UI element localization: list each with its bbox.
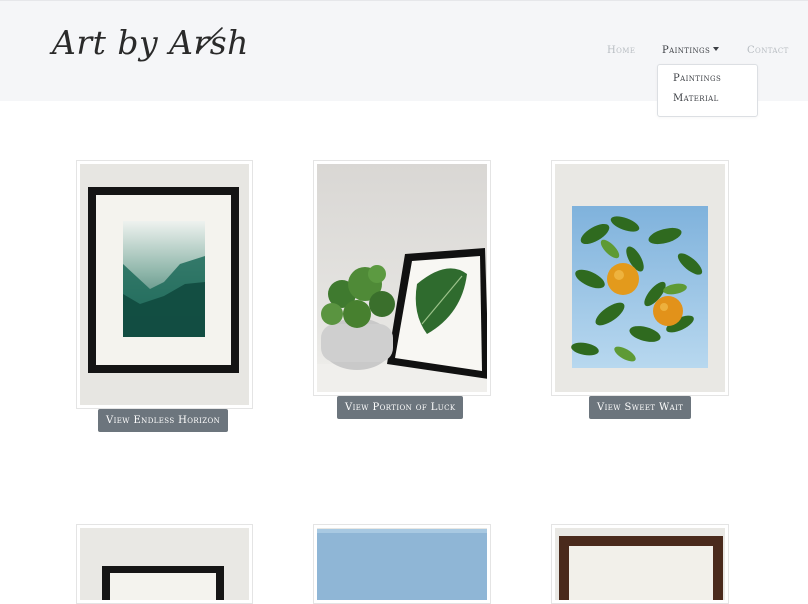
wood-frame-image bbox=[555, 528, 725, 600]
nav-contact-link[interactable]: Contact bbox=[747, 45, 789, 56]
painting-photo bbox=[555, 528, 725, 600]
painting-photo bbox=[80, 528, 249, 600]
painting-photo bbox=[555, 164, 725, 392]
nav-paintings-label: Paintings bbox=[662, 45, 711, 56]
caret-down-icon bbox=[713, 47, 720, 51]
painting-thumbnail-sweet-wait[interactable] bbox=[551, 160, 729, 396]
paintings-dropdown-menu: Paintings Material bbox=[657, 64, 758, 117]
oranges-painting-image bbox=[555, 164, 725, 392]
painting-thumbnail-portion-of-luck[interactable] bbox=[313, 160, 491, 396]
nav-home-link[interactable]: Home bbox=[607, 45, 635, 56]
dropdown-item-paintings[interactable]: Paintings bbox=[673, 73, 721, 84]
paintbrush-icon bbox=[196, 27, 223, 53]
view-sweet-wait-button[interactable]: View Sweet Wait bbox=[589, 396, 692, 419]
framed-forest-image bbox=[80, 164, 249, 405]
painting-thumbnail-row2-2[interactable] bbox=[313, 524, 491, 604]
painting-thumbnail-endless-horizon[interactable] bbox=[76, 160, 253, 409]
blue-canvas-image bbox=[317, 528, 487, 600]
framed-painting-image bbox=[80, 528, 249, 600]
painting-thumbnail-row2-3[interactable] bbox=[551, 524, 729, 604]
painting-photo bbox=[317, 164, 487, 392]
painting-photo bbox=[317, 528, 487, 600]
dropdown-item-material[interactable]: Material bbox=[673, 93, 719, 104]
nav-paintings-dropdown[interactable]: Paintings bbox=[662, 45, 720, 56]
painting-photo bbox=[80, 164, 249, 405]
view-endless-horizon-button[interactable]: View Endless Horizon bbox=[98, 409, 229, 432]
view-portion-of-luck-button[interactable]: View Portion of Luck bbox=[337, 396, 464, 419]
painting-thumbnail-row2-1[interactable] bbox=[76, 524, 253, 604]
leaf-painting-image bbox=[317, 164, 487, 392]
